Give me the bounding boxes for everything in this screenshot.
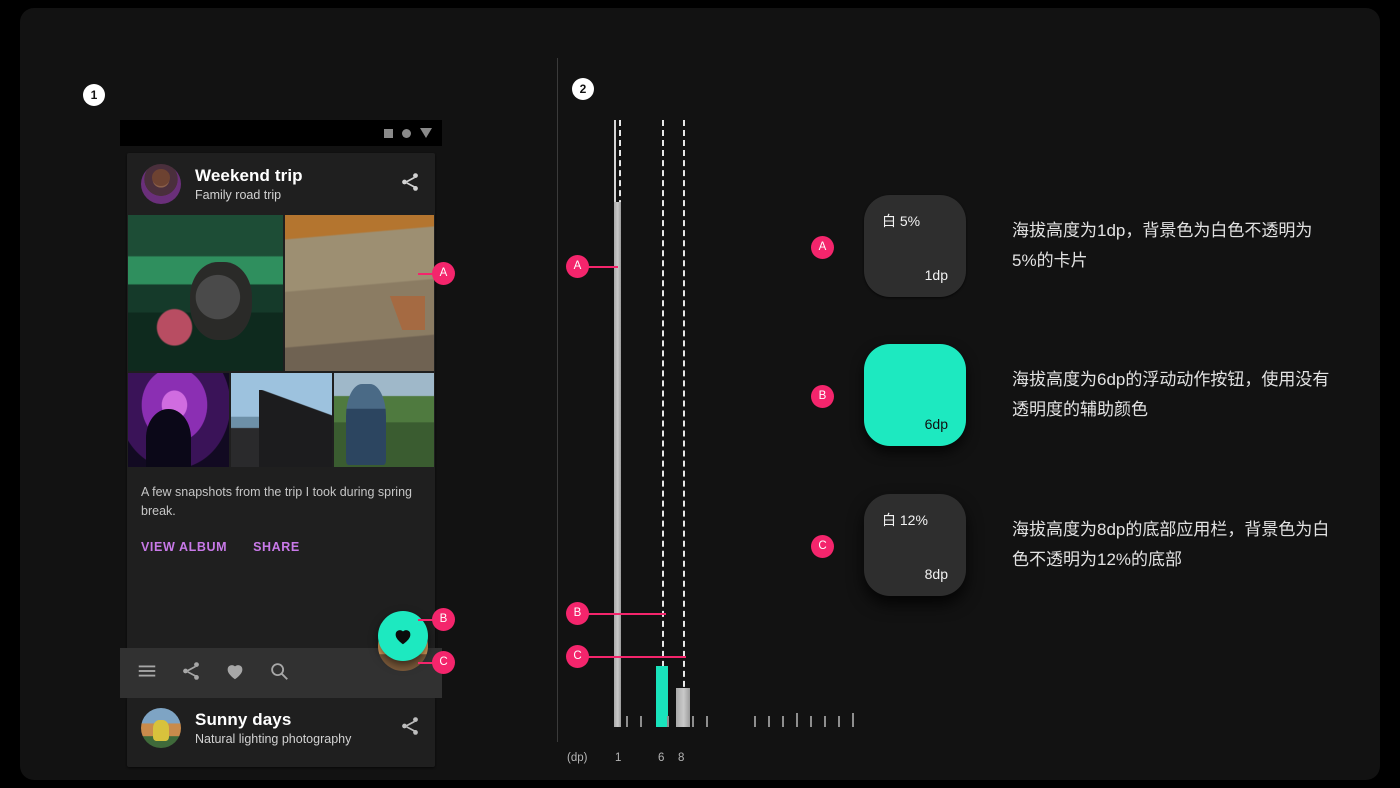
- card-header: Weekend trip Family road trip: [127, 153, 435, 215]
- card-header: Sunny days Natural lighting photography: [127, 697, 435, 759]
- bar-8dp: [676, 688, 690, 727]
- card-title: Sunny days: [195, 709, 292, 729]
- legend-description-b: 海拔高度为6dp的浮动动作按钮，使用没有透明度的辅助颜色: [1012, 370, 1330, 419]
- card-body: A few snapshots from the trip I took dur…: [127, 467, 435, 522]
- avatar: [141, 164, 181, 204]
- marker-phone-c: C: [432, 651, 455, 674]
- menu-icon[interactable]: [136, 660, 158, 687]
- share-button[interactable]: SHARE: [253, 540, 300, 554]
- marker-scale-c: C: [566, 645, 589, 668]
- night-silhouette-photo[interactable]: [128, 373, 229, 467]
- avatar: [141, 708, 181, 748]
- swatch-elevation-label: 8dp: [924, 566, 948, 582]
- leader-scale-c: [588, 656, 686, 658]
- swatch-1dp: 白 5% 1dp: [864, 195, 966, 297]
- heart-icon[interactable]: [224, 660, 246, 687]
- dark-canvas: 1 2 Weekend trip Family road trip A few …: [20, 8, 1380, 780]
- marker-scale-a: A: [566, 255, 589, 278]
- bar-1dp: [614, 202, 621, 727]
- swatch-elevation-label: 6dp: [924, 416, 948, 432]
- card-subtitle: Natural lighting photography: [195, 731, 352, 746]
- elevation-scale-chart: (dp) 1 6 8: [557, 58, 857, 764]
- card-weekend-trip[interactable]: Weekend trip Family road trip A few snap…: [127, 153, 435, 691]
- share-icon[interactable]: [180, 660, 202, 687]
- card-subtitle: Family road trip: [195, 187, 282, 202]
- card-header-text: Weekend trip Family road trip: [195, 165, 399, 204]
- card-actions: VIEW ALBUM SHARE: [127, 522, 435, 568]
- marker-phone-b: B: [432, 608, 455, 631]
- card-sunny-days[interactable]: Sunny days Natural lighting photography: [127, 697, 435, 767]
- tick-label-8: 8: [678, 752, 685, 764]
- leader-scale-b: [588, 613, 666, 615]
- tick-label-6: 6: [658, 752, 665, 764]
- phone-mockup: Weekend trip Family road trip A few snap…: [120, 120, 442, 767]
- herder-photo[interactable]: [334, 373, 434, 467]
- photo-grid: [127, 215, 435, 467]
- legend-row-a: 白 5% 1dp 海拔高度为1dp，背景色为白色不透明为5%的卡片: [864, 195, 1332, 297]
- tick-label-1: 1: [615, 752, 622, 764]
- legend-description-a: 海拔高度为1dp，背景色为白色不透明为5%的卡片: [1012, 221, 1313, 270]
- marker-legend-b: B: [811, 385, 834, 408]
- marker-scale-b: B: [566, 602, 589, 625]
- heart-icon: [395, 630, 411, 645]
- axis-unit-label: (dp): [567, 752, 588, 764]
- section-badge-1: 1: [83, 84, 105, 106]
- swatch-opacity-label: 白 12%: [882, 512, 928, 528]
- share-icon[interactable]: [399, 715, 421, 742]
- status-bar: [120, 120, 442, 146]
- swatch-8dp: 白 12% 8dp: [864, 494, 966, 596]
- legend-row-c: 白 12% 8dp 海拔高度为8dp的底部应用栏，背景色为白色不透明为12%的底…: [864, 494, 1332, 596]
- card-title: Weekend trip: [195, 165, 303, 185]
- marker-legend-a: A: [811, 236, 834, 259]
- legend-description-c: 海拔高度为8dp的底部应用栏，背景色为白色不透明为12%的底部: [1012, 520, 1330, 569]
- circle-icon: [402, 128, 411, 138]
- photo-row-bottom: [128, 373, 434, 467]
- gridline-6dp: [662, 120, 664, 727]
- marker-phone-a: A: [432, 262, 455, 285]
- swatch-elevation-label: 1dp: [924, 267, 948, 283]
- search-icon[interactable]: [268, 660, 290, 687]
- screenshot-root: 1 2 Weekend trip Family road trip A few …: [0, 0, 1400, 788]
- leader-scale-a: [588, 266, 618, 268]
- square-icon: [384, 128, 393, 138]
- pig-photo[interactable]: [128, 215, 283, 371]
- swatch-opacity-label: 白 5%: [882, 213, 921, 229]
- triangle-down-icon: [420, 128, 432, 138]
- roadside-photo[interactable]: [231, 373, 332, 467]
- chalk-wall-photo[interactable]: [285, 215, 434, 371]
- card-header-text: Sunny days Natural lighting photography: [195, 709, 399, 748]
- photo-row-top: [128, 215, 434, 371]
- share-icon[interactable]: [399, 171, 421, 198]
- card-body-text: A few snapshots from the trip I took dur…: [141, 485, 412, 519]
- legend-row-b: 6dp 海拔高度为6dp的浮动动作按钮，使用没有透明度的辅助颜色: [864, 344, 1332, 446]
- view-album-button[interactable]: VIEW ALBUM: [141, 540, 227, 554]
- gridline-8dp: [683, 120, 685, 727]
- swatch-6dp: 6dp: [864, 344, 966, 446]
- marker-legend-c: C: [811, 535, 834, 558]
